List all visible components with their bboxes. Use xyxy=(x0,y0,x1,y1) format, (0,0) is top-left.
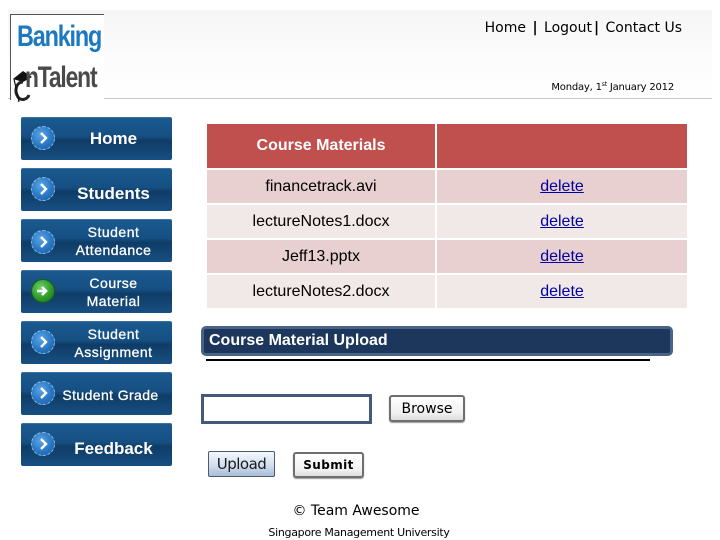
sidebar-item-label: Student Assignment xyxy=(57,321,170,364)
sidebar-item-home[interactable]: Home xyxy=(21,117,172,160)
sidebar-item-label-line1: Student xyxy=(87,223,140,240)
copyright-text: © Team Awesome xyxy=(292,503,420,519)
sidebar-item-students[interactable]: Students xyxy=(21,168,172,211)
current-date: Monday, 1st January 2012 xyxy=(551,81,674,93)
upload-button[interactable]: Upload xyxy=(208,451,275,477)
column-header-course-materials: Course Materials xyxy=(207,124,435,168)
sidebar-item-course-material[interactable]: Course Material xyxy=(21,270,172,313)
sidebar-item-label-line1: Course xyxy=(89,274,138,291)
table-row: financetrack.avi delete xyxy=(207,170,687,203)
browse-button[interactable]: Browse xyxy=(389,395,465,422)
date-suffix: January 2012 xyxy=(606,82,674,93)
chevron-right-icon xyxy=(31,177,55,201)
logo-text-on-talent: nTalent xyxy=(25,61,98,94)
arrow-right-icon xyxy=(31,279,55,303)
action-cell: delete xyxy=(437,205,687,238)
table-header-row: Course Materials xyxy=(207,124,687,168)
date-prefix: Monday, 1 xyxy=(551,82,602,93)
sidebar-item-student-assignment[interactable]: Student Assignment xyxy=(21,321,172,364)
table-row: lectureNotes2.docx delete xyxy=(207,275,687,308)
top-nav-logout-link[interactable]: Logout xyxy=(544,20,592,36)
sidebar-item-label-line2: Assignment xyxy=(74,343,153,360)
top-navigation: Home | Logout | Contact Us xyxy=(485,20,682,36)
chevron-right-icon xyxy=(31,432,55,456)
action-cell: delete xyxy=(437,240,687,273)
action-cell: delete xyxy=(437,170,687,203)
organization-text: Singapore Management University xyxy=(268,526,450,539)
sidebar-item-label: Feedback xyxy=(74,438,153,458)
sidebar-item-label: Student Attendance xyxy=(57,219,170,262)
delete-link[interactable]: delete xyxy=(540,213,584,230)
banking-on-talent-logo[interactable]: Banking nTalent xyxy=(10,14,104,103)
chevron-right-icon xyxy=(31,126,55,150)
sidebar-item-feedback[interactable]: Feedback xyxy=(21,423,172,466)
table-row: lectureNotes1.docx delete xyxy=(207,205,687,238)
chevron-right-icon xyxy=(31,230,55,254)
file-name-cell: lectureNotes1.docx xyxy=(207,205,435,238)
delete-link[interactable]: delete xyxy=(540,248,584,265)
sidebar-item-label: Home xyxy=(89,128,138,148)
top-nav-contact-us-link[interactable]: Contact Us xyxy=(606,20,682,36)
file-path-input[interactable] xyxy=(201,394,372,424)
sidebar-item-label-line2: Attendance xyxy=(75,241,152,258)
sidebar-item-label: Course Material xyxy=(57,270,170,313)
sidebar-item-label: Students xyxy=(77,183,150,203)
file-name-cell: lectureNotes2.docx xyxy=(207,275,435,308)
delete-link[interactable]: delete xyxy=(540,178,584,195)
sidebar-item-label: Student Grade xyxy=(62,387,159,403)
divider xyxy=(206,359,650,361)
delete-link[interactable]: delete xyxy=(540,283,584,300)
sidebar-item-student-attendance[interactable]: Student Attendance xyxy=(21,219,172,262)
table-row: Jeff13.pptx delete xyxy=(207,240,687,273)
submit-button[interactable]: Submit xyxy=(293,452,364,478)
column-header-actions xyxy=(437,124,687,168)
upload-section-header: Course Material Upload xyxy=(201,326,673,356)
top-nav-home-link[interactable]: Home xyxy=(485,20,526,36)
nav-separator: | xyxy=(593,20,600,36)
sidebar-item-label-line1: Student xyxy=(87,325,140,342)
footer-organization: Singapore Management University xyxy=(0,523,720,540)
action-cell: delete xyxy=(437,275,687,308)
chevron-right-icon xyxy=(31,330,55,354)
course-materials-table: Course Materials financetrack.avi delete… xyxy=(205,122,689,310)
upload-section-title: Course Material Upload xyxy=(209,332,388,349)
logo-text-banking: Banking xyxy=(17,20,102,53)
sidebar-item-label-line2: Material xyxy=(86,292,141,309)
nav-separator: | xyxy=(532,20,538,36)
file-name-cell: financetrack.avi xyxy=(207,170,435,203)
footer-copyright: © Team Awesome xyxy=(0,502,720,520)
page-header: Banking nTalent Home | Logout | Contact U… xyxy=(8,10,712,103)
file-name-cell: Jeff13.pptx xyxy=(207,240,435,273)
sidebar-item-student-grade[interactable]: Student Grade xyxy=(21,372,172,415)
